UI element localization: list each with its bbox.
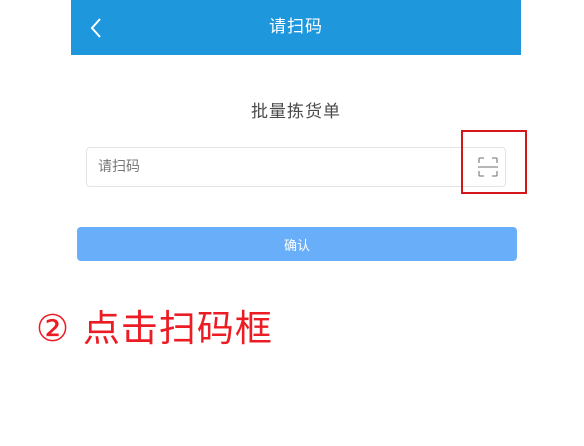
highlight-box — [461, 130, 527, 194]
document-type-label: 批量拣货单 — [251, 102, 341, 122]
confirm-button[interactable]: 确认 — [77, 227, 517, 261]
page-title: 请扫码 — [269, 17, 323, 37]
scan-code-input[interactable] — [86, 147, 506, 187]
top-bar: 请扫码 — [71, 0, 521, 55]
instruction-annotation: ② 点击扫码框 — [36, 307, 273, 350]
